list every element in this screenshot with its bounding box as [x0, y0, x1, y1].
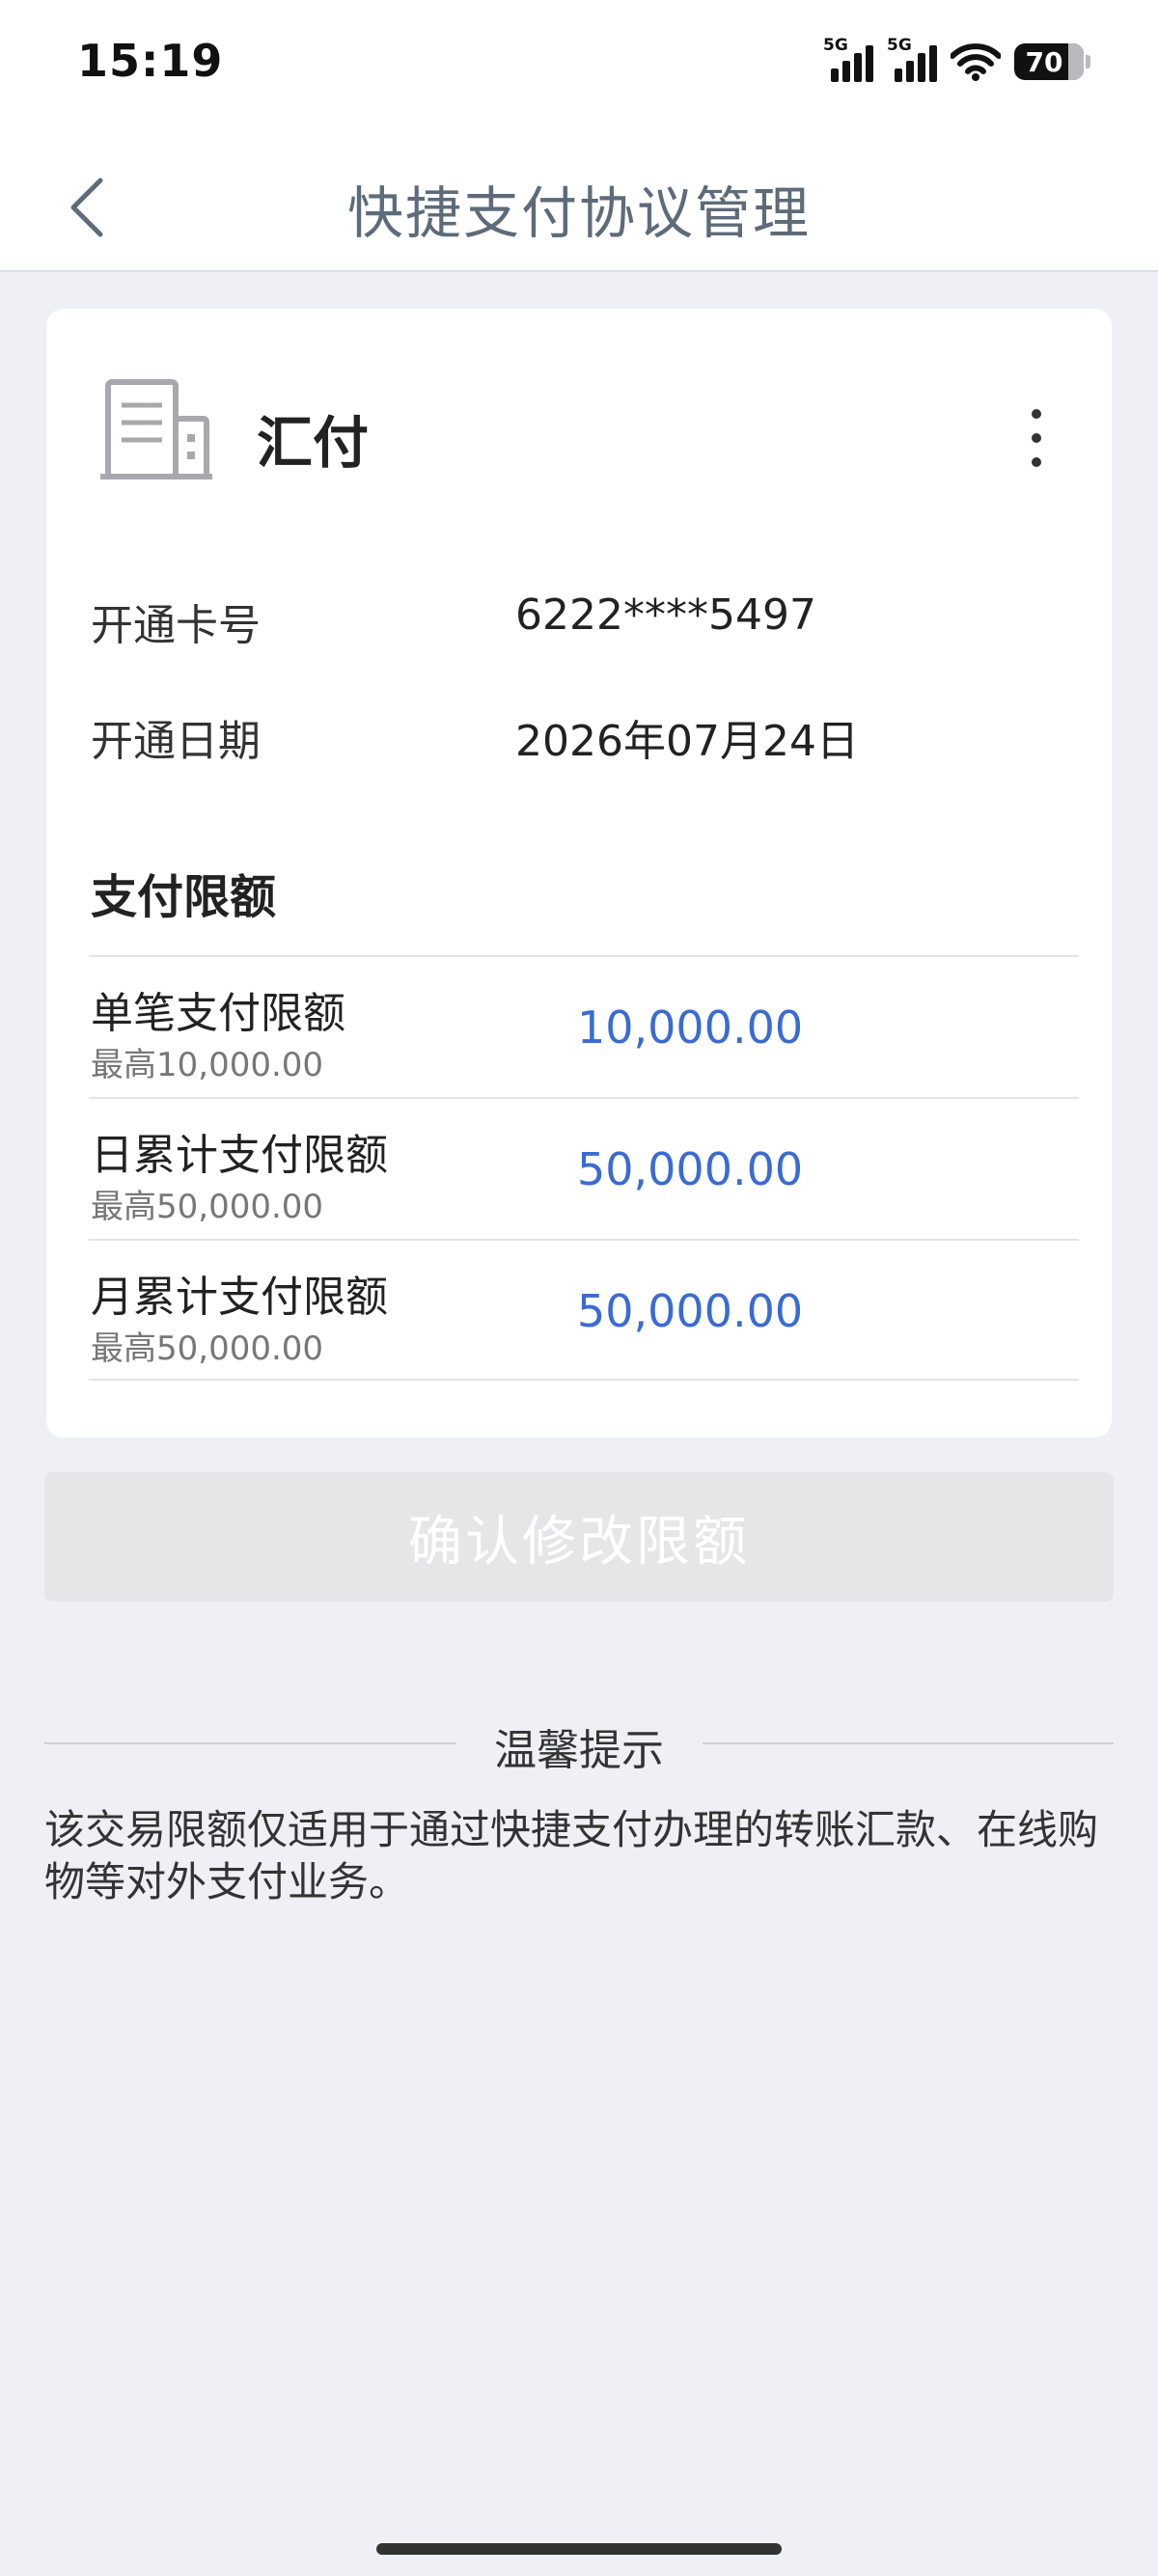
battery-icon: 70	[1014, 43, 1084, 80]
status-icons: 5G 5G 70	[823, 36, 1090, 85]
limits-table: 单笔支付限额 最高10,000.00 10,000.00 日累计支付限额 最高5…	[89, 955, 1079, 1381]
card-number-label: 开通卡号	[91, 601, 261, 650]
open-date-value: 2026年07月24日	[515, 717, 859, 766]
signal-1-icon: 5G	[823, 36, 873, 82]
battery-level: 70	[1025, 45, 1063, 78]
battery-tip	[1086, 55, 1090, 69]
limit-max: 最高50,000.00	[91, 1188, 324, 1226]
limit-amount-input[interactable]: 10,000.00	[577, 1001, 803, 1054]
status-bar: 15:19 5G 5G 70	[0, 0, 1158, 135]
limit-max: 最高50,000.00	[91, 1329, 324, 1368]
building-icon	[100, 379, 212, 480]
open-date-label: 开通日期	[91, 717, 261, 766]
limit-amount-input[interactable]: 50,000.00	[577, 1285, 803, 1337]
limits-section-title: 支付限额	[91, 870, 277, 924]
tips-text: 该交易限额仅适用于通过快捷支付办理的转账汇款、在线购物等对外支付业务。	[44, 1806, 1099, 1905]
limit-row-daily: 日累计支付限额 最高50,000.00 50,000.00	[89, 1097, 1079, 1239]
signal-2-label: 5G	[887, 36, 912, 55]
limit-row-single: 单笔支付限额 最高10,000.00 10,000.00	[89, 955, 1079, 1097]
signal-1-label: 5G	[823, 36, 848, 55]
tips-title: 温馨提示	[494, 1726, 664, 1775]
limit-row-monthly: 月累计支付限额 最高50,000.00 50,000.00	[89, 1239, 1079, 1381]
home-indicator	[376, 2543, 782, 2555]
status-time: 15:19	[77, 35, 224, 87]
merchant-name: 汇付	[257, 410, 370, 476]
card-number-value: 6222****5497	[515, 590, 816, 640]
signal-2-icon: 5G	[887, 36, 937, 82]
more-options-button[interactable]	[1019, 409, 1054, 467]
more-vertical-icon	[1032, 409, 1041, 419]
nav-bar: 快捷支付协议管理	[0, 135, 1158, 272]
agreement-card: 汇付 开通卡号 6222****5497 开通日期 2026年07月24日 支付…	[46, 309, 1112, 1438]
limit-name: 日累计支付限额	[91, 1131, 388, 1180]
limit-max: 最高10,000.00	[91, 1046, 324, 1084]
limit-name: 单笔支付限额	[91, 989, 345, 1038]
wifi-icon	[951, 43, 1001, 81]
page-title: 快捷支付协议管理	[346, 180, 811, 246]
limit-amount-input[interactable]: 50,000.00	[577, 1143, 803, 1195]
tip-divider-right	[703, 1742, 1114, 1744]
confirm-modify-limit-button[interactable]: 确认修改限额	[44, 1472, 1114, 1602]
limit-name: 月累计支付限额	[91, 1273, 388, 1322]
